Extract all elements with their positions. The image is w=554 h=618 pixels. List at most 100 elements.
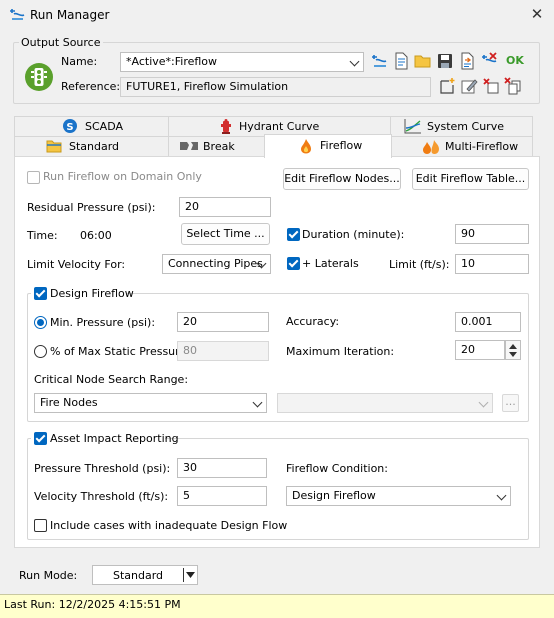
min-pressure-label: Min. Pressure (psi): (50, 316, 156, 329)
run-mode-label: Run Mode: (19, 569, 78, 582)
chevron-down-icon (478, 397, 489, 408)
residual-pressure-label: Residual Pressure (psi): (27, 201, 156, 214)
pressure-threshold-label: Pressure Threshold (psi): (34, 462, 171, 475)
dropdown-arrow-icon[interactable] (186, 572, 195, 578)
flame-icon (301, 139, 311, 154)
edit-fireflow-nodes-button[interactable]: Edit Fireflow Nodes... (283, 168, 401, 190)
spin-up-icon[interactable] (509, 343, 517, 349)
chevron-down-icon (349, 56, 360, 67)
tab-standard-label: Standard (69, 140, 120, 153)
tab-scada-label: SCADA (85, 120, 123, 133)
pipe-break-icon (180, 142, 198, 150)
ok-button[interactable]: OK (506, 54, 524, 67)
run-manager-icon (10, 9, 25, 20)
name-dropdown-value: *Active*:Fireflow (126, 55, 218, 68)
search-range-value: Fire Nodes (40, 396, 98, 409)
tab-standard[interactable]: Standard (14, 136, 169, 156)
edit-fireflow-table-button[interactable]: Edit Fireflow Table... (412, 168, 529, 190)
window-title: Run Manager (30, 8, 110, 22)
reference-field: FUTURE1, Fireflow Simulation (120, 77, 431, 97)
fireflow-condition-label: Fireflow Condition: (286, 462, 388, 475)
run-mode-dropdown[interactable]: Standard (92, 565, 198, 585)
tab-break[interactable]: Break (169, 136, 264, 156)
laterals-checkbox[interactable] (287, 257, 300, 270)
spin-down-icon[interactable] (509, 352, 517, 358)
chevron-down-icon (496, 490, 507, 501)
fireflow-condition-dropdown[interactable]: Design Fireflow (286, 486, 511, 506)
velocity-threshold-input[interactable]: 5 (177, 486, 267, 506)
min-pressure-radio[interactable] (34, 316, 47, 329)
select-time-button[interactable]: Select Time ... (181, 223, 270, 245)
max-iteration-stepper[interactable] (505, 340, 521, 360)
laterals-label: + Laterals (302, 257, 359, 270)
save-icon[interactable] (436, 52, 454, 70)
scada-icon: S (63, 119, 77, 133)
max-iteration-label: Maximum Iteration: (286, 345, 395, 358)
include-cases-checkbox[interactable] (34, 519, 47, 532)
open-folder-icon[interactable] (414, 52, 432, 70)
delete-all-icon[interactable] (504, 77, 522, 95)
residual-pressure-input[interactable]: 20 (179, 197, 271, 217)
limit-velocity-value: Connecting Pipes (168, 257, 263, 270)
hydrant-icon (221, 119, 231, 134)
design-fireflow-legend: Design Fireflow (50, 287, 134, 300)
run-mode-value: Standard (112, 569, 164, 582)
output-source-legend: Output Source (19, 36, 103, 49)
delete-icon[interactable] (482, 77, 500, 95)
cancel-compute-icon[interactable] (480, 52, 498, 70)
search-range-selection-dropdown[interactable] (277, 393, 493, 413)
tab-break-label: Break (203, 140, 235, 153)
limit-velocity-label: Limit Velocity For: (27, 258, 126, 271)
asset-impact-legend: Asset Impact Reporting (50, 432, 179, 445)
pct-static-pressure-label: % of Max Static Pressure: (50, 345, 190, 358)
fireflow-condition-value: Design Fireflow (292, 489, 376, 502)
limit-input[interactable]: 10 (455, 254, 529, 274)
new-icon[interactable] (438, 77, 456, 95)
title-bar[interactable]: Run Manager ✕ (0, 0, 554, 30)
last-run-status: Last Run: 12/2/2025 4:15:51 PM (4, 598, 181, 611)
duration-input[interactable]: 90 (455, 224, 529, 244)
time-value: 06:00 (80, 229, 112, 242)
traffic-light-icon (25, 63, 53, 91)
duration-checkbox[interactable] (287, 228, 300, 241)
time-label: Time: (27, 229, 58, 242)
pct-static-pressure-input[interactable]: 80 (177, 341, 269, 361)
edit-icon[interactable] (460, 77, 478, 95)
tab-multi-fireflow-label: Multi-Fireflow (445, 140, 519, 153)
asset-impact-checkbox[interactable] (34, 432, 47, 445)
export-icon[interactable] (458, 52, 476, 70)
run-domain-only-checkbox[interactable] (27, 171, 40, 184)
search-range-label: Critical Node Search Range: (34, 373, 189, 386)
status-bar: Last Run: 12/2/2025 4:15:51 PM (0, 594, 554, 618)
tab-hydrant-curve[interactable]: Hydrant Curve (169, 116, 391, 136)
compute-icon[interactable] (370, 52, 388, 70)
limit-velocity-dropdown[interactable]: Connecting Pipes (162, 254, 271, 274)
report-icon[interactable] (392, 52, 410, 70)
run-domain-only-label: Run Fireflow on Domain Only (43, 170, 202, 183)
tab-system-curve-label: System Curve (427, 120, 504, 133)
duration-label: Duration (minute): (302, 228, 405, 241)
max-iteration-input[interactable]: 20 (455, 340, 505, 360)
tab-multi-fireflow[interactable]: Multi-Fireflow (392, 136, 533, 156)
name-dropdown[interactable]: *Active*:Fireflow (120, 52, 364, 72)
pct-static-pressure-radio[interactable] (34, 345, 47, 358)
svg-text:S: S (66, 122, 73, 133)
close-icon[interactable]: ✕ (528, 5, 546, 23)
search-range-browse-button[interactable]: ... (502, 394, 519, 412)
include-cases-label: Include cases with inadequate Design Flo… (50, 519, 288, 532)
multi-flame-icon (423, 140, 439, 154)
min-pressure-input[interactable]: 20 (177, 312, 269, 332)
limit-label: Limit (ft/s): (389, 258, 450, 271)
tab-hydrant-curve-label: Hydrant Curve (239, 120, 320, 133)
search-range-dropdown[interactable]: Fire Nodes (34, 393, 267, 413)
run-mode-split-divider (183, 568, 184, 582)
tab-fireflow[interactable]: Fireflow (264, 134, 392, 158)
design-fireflow-checkbox[interactable] (34, 287, 47, 300)
pressure-threshold-input[interactable]: 30 (177, 458, 267, 478)
accuracy-input[interactable]: 0.001 (455, 312, 521, 332)
tab-fireflow-label: Fireflow (320, 139, 363, 152)
tab-scada[interactable]: S SCADA (14, 116, 169, 136)
chevron-down-icon (252, 397, 263, 408)
tab-system-curve[interactable]: System Curve (391, 116, 533, 136)
reference-label: Reference: (61, 80, 121, 93)
